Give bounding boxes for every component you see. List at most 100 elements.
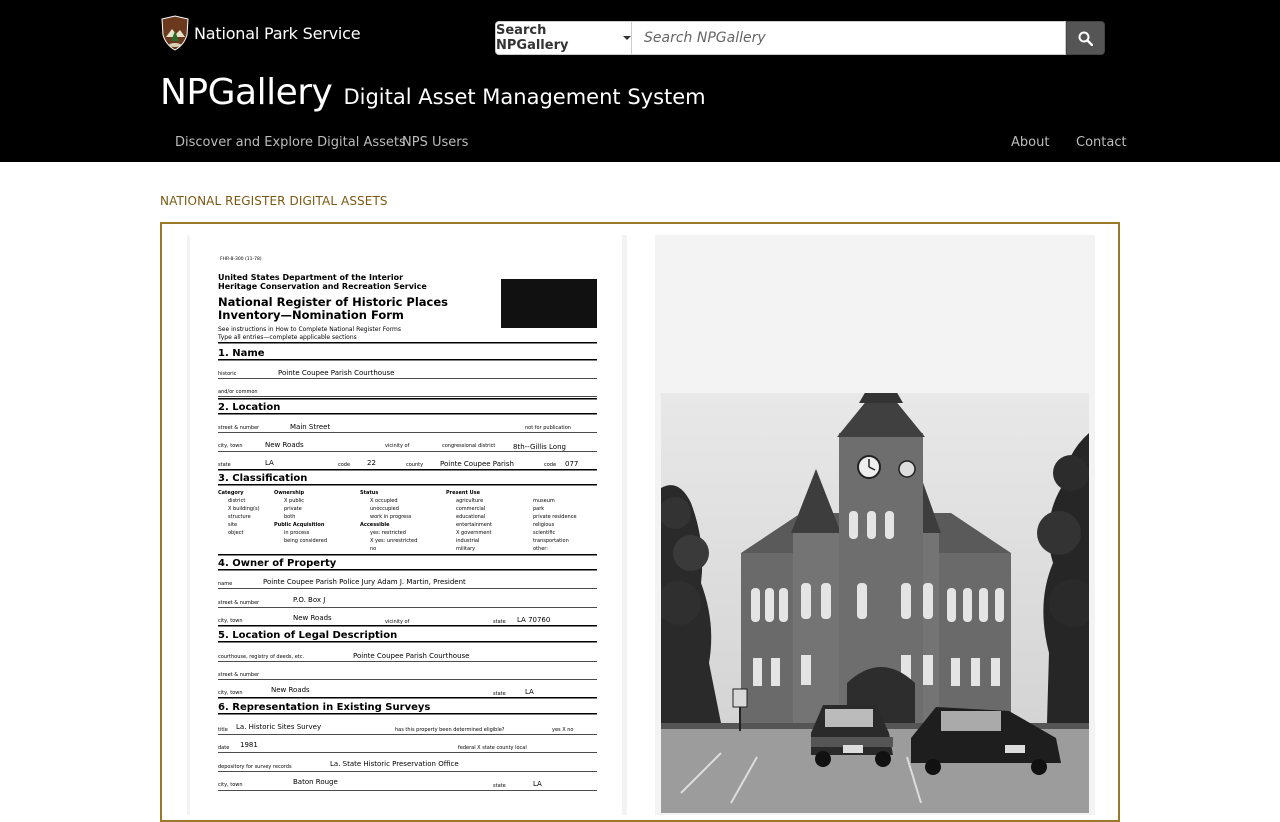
search-input[interactable] [632, 21, 1066, 55]
brand-name: National Park Service [194, 23, 361, 43]
classification-item: park [533, 506, 544, 512]
field-label: vicinity of [385, 619, 410, 625]
classification-item: object [228, 530, 243, 536]
field-label: street & number [218, 600, 260, 606]
classification-item: industrial [456, 538, 479, 544]
classification-item: Public Acquisition [274, 522, 325, 528]
classification-item: unoccupied [370, 506, 399, 512]
nav-about[interactable]: About [1011, 135, 1049, 150]
section-5-heading: 5. Location of Legal Description [218, 630, 397, 641]
classification-item: museum [533, 498, 555, 504]
field-label: state [493, 691, 506, 697]
site-title-subtitle: Digital Asset Management System [343, 85, 706, 109]
search-scope-dropdown[interactable]: Search NPGallery [495, 21, 632, 55]
form-title2: Inventory—Nomination Form [218, 308, 404, 322]
owner-street-value: P.O. Box J [293, 596, 325, 604]
classification-item: X government [456, 530, 492, 536]
county-code-value: 077 [565, 460, 578, 468]
field-label: historic [218, 371, 237, 377]
courthouse-photo-thumbnail[interactable] [655, 235, 1095, 815]
depository-value: La. State Historic Preservation Office [330, 760, 459, 768]
courthouse-photo [661, 393, 1089, 813]
instructions2: Type all entries—complete applicable sec… [217, 334, 357, 341]
field-label: name [218, 581, 232, 587]
section-heading: NATIONAL REGISTER DIGITAL ASSETS [160, 194, 388, 208]
classification-item: Category [218, 490, 244, 496]
site-title: NPGallery Digital Asset Management Syste… [160, 72, 706, 113]
field-label: code [544, 462, 556, 468]
instructions1: See instructions in How to Complete Nati… [218, 326, 401, 333]
form-title1: National Register of Historic Places [218, 295, 448, 309]
district-value: 8th--Gillis Long [513, 443, 566, 451]
field-label: city, town [218, 443, 243, 449]
classification-item: agriculture [456, 498, 483, 504]
street-value: Main Street [290, 423, 330, 431]
site-title-main[interactable]: NPGallery [160, 72, 333, 113]
field-label: and/or common [218, 389, 258, 395]
field-label: street & number [218, 672, 260, 678]
legal-city-value: New Roads [271, 686, 310, 694]
field-label: state [218, 462, 231, 468]
classification-item: Ownership [274, 490, 305, 496]
survey-levels: federal X state county local [458, 745, 527, 751]
classification-item: X building(s) [228, 506, 260, 512]
classification-item: scientific [533, 530, 555, 536]
classification-item: private [284, 506, 302, 512]
search-bar: Search NPGallery [495, 21, 1105, 55]
classification-item: X yes: unrestricted [370, 538, 417, 544]
legal-state-value: LA [525, 688, 534, 696]
brand-link[interactable]: National Park Service [160, 15, 361, 51]
city-value: New Roads [265, 441, 304, 449]
nav-nps-users[interactable]: NPS Users [402, 135, 468, 150]
date-value: 1981 [240, 741, 258, 749]
field-label: city, town [218, 782, 243, 788]
field-label: county [406, 462, 423, 468]
field-label: depository for survey records [218, 764, 292, 770]
classification-item: private residence [533, 514, 577, 520]
historic-name: Pointe Coupee Parish Courthouse [278, 369, 394, 377]
field-label: state [493, 619, 506, 625]
owner-value: Pointe Coupee Parish Police Jury Adam J.… [263, 578, 466, 586]
owner-city-value: New Roads [293, 614, 332, 622]
classification-item: in process [284, 530, 310, 536]
classification-item: educational [456, 514, 485, 520]
section-2-heading: 2. Location [218, 402, 280, 413]
state-value: LA [265, 459, 274, 467]
depository-state-value: LA [533, 780, 542, 788]
classification-item: work in progress [370, 514, 412, 520]
classification-item: X occupied [370, 498, 398, 504]
field-label: city, town [218, 618, 243, 624]
asset-gallery: FHR-8-300 (11-78) United States Departme… [160, 222, 1120, 822]
classification-item: both [284, 514, 295, 520]
eligible-value: yes X no [552, 727, 573, 733]
field-label: state [493, 783, 506, 789]
classification-item: entertainment [456, 522, 492, 528]
search-scope-label: Search NPGallery [496, 23, 569, 53]
field-label: street & number [218, 425, 260, 431]
classification-item: district [228, 498, 245, 504]
classification-item: site [228, 522, 237, 528]
redacted-block [501, 279, 597, 328]
field-label: date [218, 745, 229, 751]
classification-item: other: [533, 546, 548, 552]
form-number: FHR-8-300 (11-78) [220, 256, 262, 262]
owner-state-value: LA 70760 [517, 616, 550, 624]
field-label: vicinity of [385, 443, 410, 449]
caret-down-icon [623, 36, 631, 40]
field-label: code [338, 462, 350, 468]
site-header: National Park Service Search NPGallery N… [0, 0, 1280, 162]
field-label: has this property been determined eligib… [395, 727, 505, 733]
form-svg: FHR-8-300 (11-78) United States Departme… [217, 256, 597, 791]
survey-value: La. Historic Sites Survey [236, 723, 321, 731]
section-1-heading: 1. Name [218, 348, 265, 359]
search-button[interactable] [1066, 21, 1105, 55]
depository-city-value: Baton Rouge [293, 778, 338, 786]
classification-item: military [456, 546, 475, 552]
classification-item: no [370, 546, 376, 552]
search-icon [1078, 31, 1093, 46]
nav-discover-explore[interactable]: Discover and Explore Digital Assets [175, 135, 406, 150]
nav-contact[interactable]: Contact [1076, 135, 1127, 150]
classification-item: X public [284, 498, 304, 504]
nomination-form-thumbnail[interactable]: FHR-8-300 (11-78) United States Departme… [187, 235, 627, 815]
classification-item: yes: restricted [370, 530, 406, 536]
